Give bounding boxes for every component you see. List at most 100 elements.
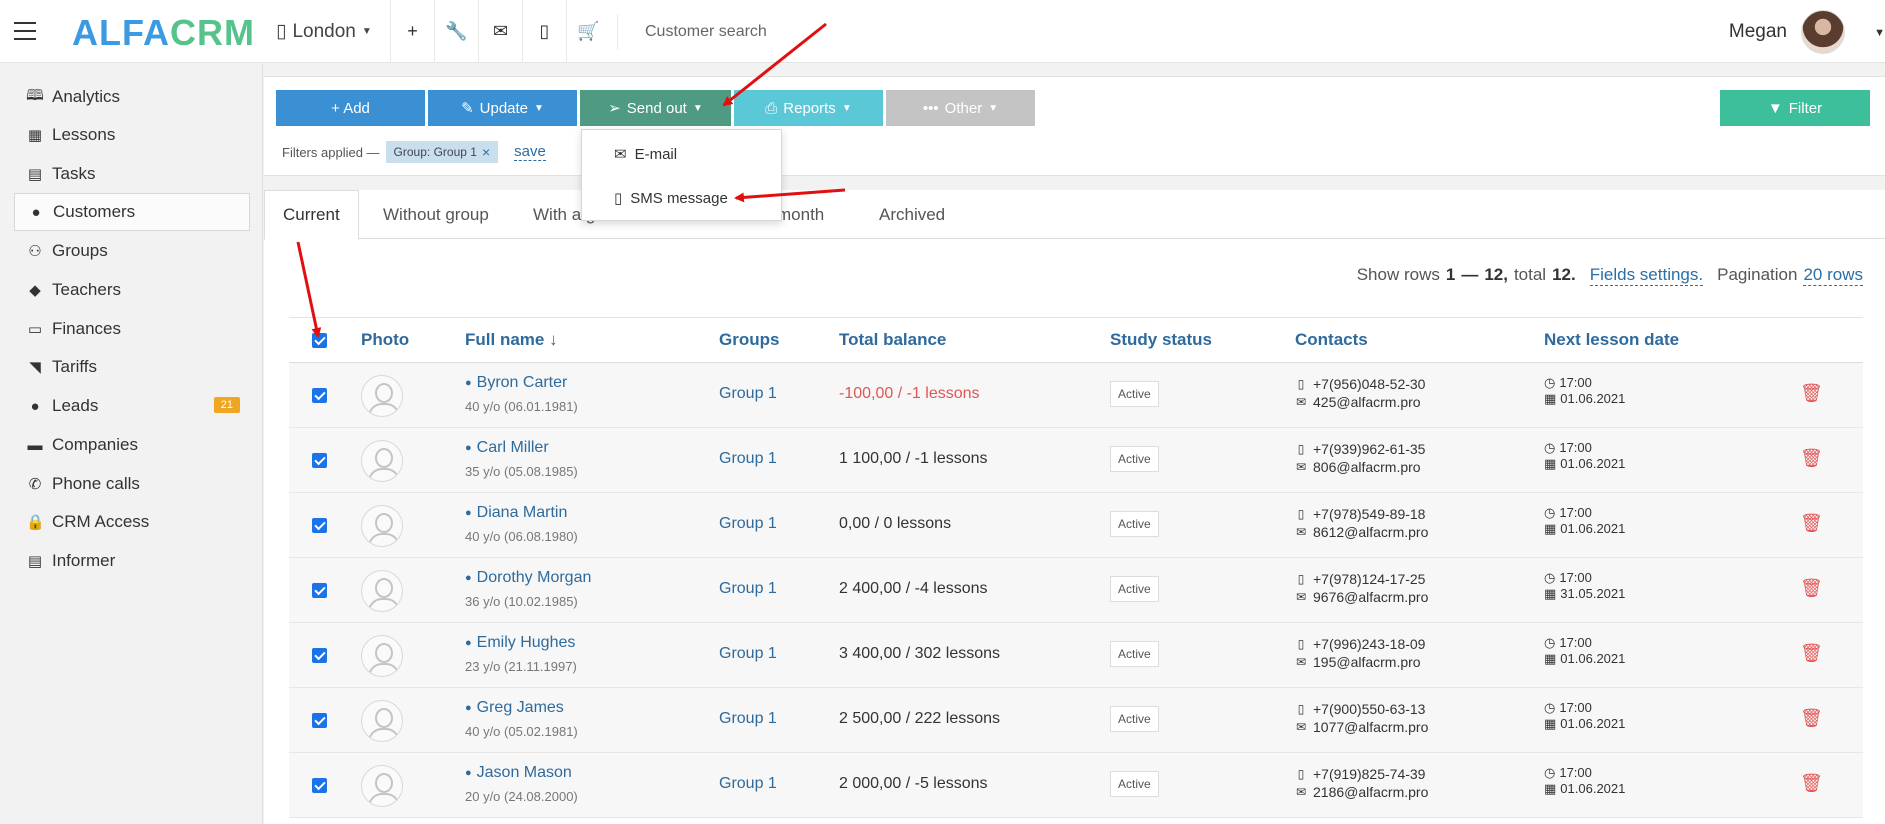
select-all-checkbox[interactable] bbox=[312, 333, 327, 348]
envelope-icon[interactable]: ✉ bbox=[478, 0, 522, 63]
wrench-icon[interactable]: 🔧 bbox=[434, 0, 478, 63]
group-link[interactable]: Group 1 bbox=[719, 450, 777, 468]
row-checkbox[interactable] bbox=[312, 388, 327, 403]
remove-filter-icon[interactable]: × bbox=[482, 144, 490, 160]
table-row: ● Byron Carter 40 y/o (06.01.1981) Group 1 -… bbox=[289, 363, 1863, 428]
sidebar-item-companies[interactable]: ▬ Companies bbox=[14, 426, 250, 464]
branch-selector[interactable]: ▯ London ▼ bbox=[276, 20, 372, 43]
customer-age: 36 y/o (10.02.1985) bbox=[465, 594, 578, 609]
calendar-icon: ▦ bbox=[1544, 716, 1557, 731]
sidebar-item-informer[interactable]: ▤ Informer bbox=[14, 542, 250, 580]
row-checkbox[interactable] bbox=[312, 518, 327, 533]
delete-trash-icon[interactable]: 🗑 bbox=[1800, 578, 1823, 599]
sidebar-item-teachers[interactable]: ◆ Teachers bbox=[14, 271, 250, 309]
row-checkbox[interactable] bbox=[312, 713, 327, 728]
contacts: ▯ +7(956)048-52-30 ✉ 425@alfacrm.pro bbox=[1295, 375, 1426, 411]
menu-item-email[interactable]: ✉ E-mail bbox=[582, 134, 781, 174]
customer-name-link[interactable]: ● Jason Mason bbox=[465, 764, 572, 782]
next-lesson: ◷ 17:00 ▦ 01.06.2021 bbox=[1544, 375, 1625, 407]
customer-age: 20 y/o (24.08.2000) bbox=[465, 789, 578, 804]
tab-archived[interactable]: Archived bbox=[861, 190, 963, 239]
logo[interactable]: ALFACRM bbox=[72, 12, 255, 54]
calendar-icon: ▦ bbox=[1544, 521, 1557, 536]
lesson-time: 17:00 bbox=[1559, 440, 1592, 455]
filter-button-label: Filter bbox=[1788, 99, 1823, 117]
send-out-button[interactable]: ➢ Send out ▼ bbox=[580, 90, 731, 126]
group-link[interactable]: Group 1 bbox=[719, 645, 777, 663]
sidebar-item-crm-access[interactable]: 🔒 CRM Access bbox=[14, 503, 250, 541]
sidebar-item-phone-calls[interactable]: ✆ Phone calls bbox=[14, 465, 250, 503]
customer-photo bbox=[361, 375, 403, 417]
sidebar-item-label: CRM Access bbox=[52, 512, 150, 531]
delete-trash-icon[interactable]: 🗑 bbox=[1800, 448, 1823, 469]
column-study-status: Study status bbox=[1110, 330, 1213, 349]
fields-settings-link[interactable]: Fields settings. bbox=[1589, 265, 1704, 286]
delete-trash-icon[interactable]: 🗑 bbox=[1800, 708, 1823, 729]
group-link[interactable]: Group 1 bbox=[719, 710, 777, 728]
user-caret-icon[interactable]: ▼ bbox=[1874, 27, 1885, 39]
sidebar-item-groups[interactable]: ⚇ Groups bbox=[14, 232, 250, 270]
calendar-icon: ▦ bbox=[1544, 456, 1557, 471]
update-button[interactable]: ✎ Update ▼ bbox=[428, 90, 577, 126]
lesson-date: 01.06.2021 bbox=[1560, 391, 1626, 406]
next-lesson: ◷ 17:00 ▦ 01.06.2021 bbox=[1544, 505, 1625, 537]
hamburger-menu-icon[interactable] bbox=[14, 22, 36, 40]
add-icon[interactable]: + bbox=[390, 0, 434, 63]
group-link[interactable]: Group 1 bbox=[719, 385, 777, 403]
menu-item-sms[interactable]: ▯ SMS message bbox=[582, 178, 781, 218]
sidebar-item-tariffs[interactable]: ◥ Tariffs bbox=[14, 348, 250, 386]
envelope-icon: ✉ bbox=[1295, 720, 1307, 734]
cart-icon[interactable]: 🛒 bbox=[566, 0, 610, 63]
delete-trash-icon[interactable]: 🗑 bbox=[1800, 513, 1823, 534]
filters-applied: Filters applied — Group: Group 1 × save bbox=[282, 141, 546, 163]
range-dash: — bbox=[1461, 265, 1479, 284]
table-row: ● Emily Hughes 23 y/o (21.11.1997) Group 1 3… bbox=[289, 623, 1863, 688]
customer-name-link[interactable]: ● Emily Hughes bbox=[465, 634, 575, 652]
customer-name-link[interactable]: ● Dorothy Morgan bbox=[465, 569, 591, 587]
row-checkbox[interactable] bbox=[312, 648, 327, 663]
ellipsis-icon: ••• bbox=[922, 99, 939, 117]
sidebar-item-customers[interactable]: ● Customers bbox=[14, 193, 250, 231]
clock-icon: ◷ bbox=[1544, 700, 1556, 715]
delete-trash-icon[interactable]: 🗑 bbox=[1800, 773, 1823, 794]
customer-name-link[interactable]: ● Byron Carter bbox=[465, 374, 567, 392]
sidebar-item-label: Tariffs bbox=[52, 357, 98, 376]
other-button[interactable]: ••• Other ▼ bbox=[886, 90, 1035, 126]
customer-name-link[interactable]: ● Diana Martin bbox=[465, 504, 567, 522]
tag-icon: ◥ bbox=[29, 359, 41, 376]
reports-button[interactable]: ⎙ Reports ▼ bbox=[734, 90, 883, 126]
customer-search-input[interactable] bbox=[617, 14, 1017, 50]
sidebar-item-label: Leads bbox=[52, 396, 99, 415]
group-link[interactable]: Group 1 bbox=[719, 515, 777, 533]
sidebar-item-label: Lessons bbox=[52, 125, 116, 144]
row-checkbox[interactable] bbox=[312, 778, 327, 793]
sidebar-item-tasks[interactable]: ▤ Tasks bbox=[14, 155, 250, 193]
tab-current[interactable]: Current bbox=[264, 190, 359, 240]
sidebar-item-label: Tasks bbox=[52, 164, 96, 183]
sidebar-item-finances[interactable]: ▭ Finances bbox=[14, 310, 250, 348]
customer-name-link[interactable]: ● Greg James bbox=[465, 699, 564, 717]
sidebar-item-label: Phone calls bbox=[52, 474, 140, 493]
customer-name-link[interactable]: ● Carl Miller bbox=[465, 439, 549, 457]
column-full-name[interactable]: Full name ↓ bbox=[465, 330, 558, 350]
save-filter-link[interactable]: save bbox=[514, 143, 546, 161]
page-size-link[interactable]: 20 rows bbox=[1803, 265, 1863, 286]
lesson-time: 17:00 bbox=[1559, 635, 1592, 650]
group-link[interactable]: Group 1 bbox=[719, 775, 777, 793]
sidebar-item-analytics[interactable]: 🕮 Analytics bbox=[14, 78, 250, 116]
user-icon: ● bbox=[465, 702, 472, 714]
row-checkbox[interactable] bbox=[312, 583, 327, 598]
envelope-icon: ✉ bbox=[614, 146, 627, 163]
filter-button[interactable]: ▼ Filter bbox=[1720, 90, 1870, 126]
add-button[interactable]: + Add bbox=[276, 90, 425, 126]
status-badge: Active bbox=[1110, 511, 1159, 537]
user-menu[interactable]: Megan bbox=[1729, 10, 1845, 54]
sidebar-item-leads[interactable]: ● Leads 21 bbox=[14, 387, 250, 425]
sidebar-item-lessons[interactable]: ▦ Lessons bbox=[14, 116, 250, 154]
delete-trash-icon[interactable]: 🗑 bbox=[1800, 643, 1823, 664]
row-checkbox[interactable] bbox=[312, 453, 327, 468]
tab-without-group[interactable]: Without group bbox=[365, 190, 507, 239]
group-link[interactable]: Group 1 bbox=[719, 580, 777, 598]
delete-trash-icon[interactable]: 🗑 bbox=[1800, 383, 1823, 404]
mobile-icon[interactable]: ▯ bbox=[522, 0, 566, 63]
